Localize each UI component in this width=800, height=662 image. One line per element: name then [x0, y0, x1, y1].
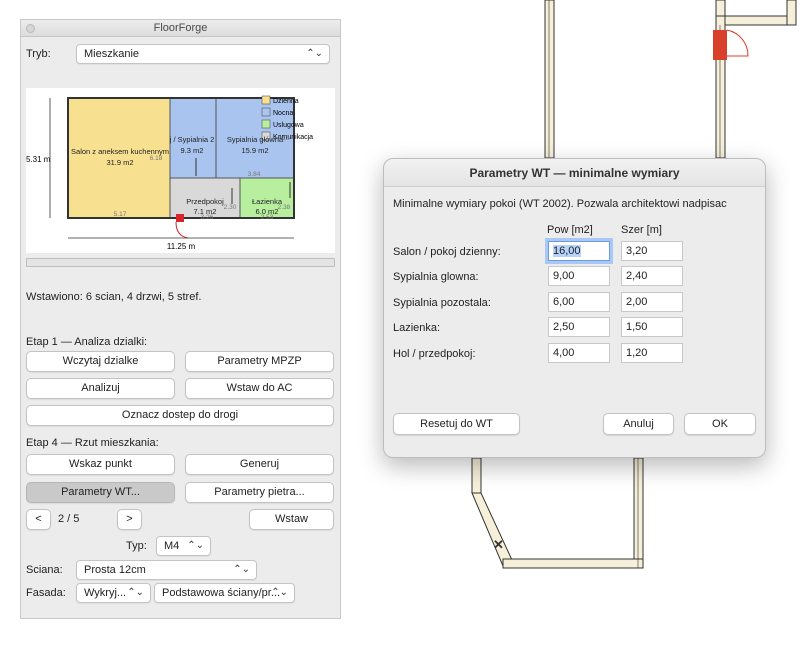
analyze-button[interactable]: Analizuj — [26, 378, 175, 399]
facade-style-select[interactable]: Podstawowa ściany/pr... ⌃⌄ — [154, 583, 295, 603]
legend-uslugowa: Uslugowa — [273, 122, 304, 129]
mode-select[interactable]: Mieszkanie ⌃⌄ — [76, 44, 330, 64]
dim-326: 3.26 — [201, 214, 214, 221]
row-label-lazienka: Lazienka: — [393, 322, 441, 334]
plan-wall — [471, 457, 482, 494]
chevron-updown-icon: ⌃⌄ — [127, 587, 144, 598]
row-label-hol: Hol / przedpokoj: — [393, 348, 476, 360]
wall-label: Sciana: — [26, 564, 63, 576]
lazienka-area-input[interactable]: 2,50 — [548, 317, 610, 337]
sypialnia-glowna-area-input[interactable]: 9,00 — [548, 266, 610, 286]
total-height: 5.31 m — [26, 155, 51, 164]
dim-517: 5.17 — [114, 211, 127, 218]
facade-detect-select[interactable]: Wykryj... ⌃⌄ — [76, 583, 151, 603]
facade-style-value: Podstawowa ściany/pr... — [162, 587, 281, 599]
wall-value: Prosta 12cm — [84, 564, 146, 576]
door-swing — [726, 29, 749, 57]
col-area-header: Pow [m2] — [547, 224, 593, 236]
close-icon[interactable] — [26, 24, 35, 33]
road-access-button[interactable]: Oznacz dostep do drogi — [26, 405, 334, 426]
wall-select[interactable]: Prosta 12cm ⌃⌄ — [76, 560, 257, 580]
salon-area-input[interactable]: 16,00 — [545, 238, 613, 264]
plan-wall — [786, 0, 797, 26]
type-select[interactable]: M4 ⌃⌄ — [156, 536, 211, 556]
load-plot-button[interactable]: Wczytaj dzialke — [26, 351, 175, 372]
plan-wall — [502, 558, 644, 569]
wt-params-dialog: Parametry WT — minimalne wymiary Minimal… — [383, 158, 766, 458]
stage1-label: Etap 1 — Analiza dzialki: — [26, 336, 148, 348]
sypialnia2-area: 15.9 m2 — [241, 146, 268, 155]
type-value: M4 — [164, 540, 180, 552]
row-label-sypialnia-pozostala: Sypialnia pozostala: — [393, 297, 491, 309]
palette-titlebar: FloorForge — [21, 20, 340, 37]
pager-text: 2 / 5 — [58, 513, 80, 525]
sypialnia-glowna-width-input[interactable]: 2,40 — [621, 266, 683, 286]
plan-wall — [471, 492, 513, 567]
next-button[interactable]: > — [117, 509, 142, 530]
facade-detect-value: Wykryj... — [84, 587, 127, 599]
sypialnia2-name: Sypialnia główna — [227, 135, 284, 144]
progress-bar — [26, 258, 335, 267]
plan-wall — [715, 15, 797, 26]
col-width-header: Szer [m] — [621, 224, 662, 236]
palette-title: FloorForge — [153, 22, 208, 34]
total-width: 11.25 m — [167, 242, 196, 251]
salon-area: 31.9 m2 — [106, 158, 133, 167]
chevron-updown-icon: ⌃⌄ — [187, 540, 204, 551]
reset-wt-button[interactable]: Resetuj do WT — [393, 413, 520, 435]
legend-dzienna: Dzienna — [273, 98, 299, 105]
insert-ac-button[interactable]: Wstaw do AC — [185, 378, 334, 399]
row-label-sypialnia-glowna: Sypialnia glowna: — [393, 271, 479, 283]
salon-width-input[interactable]: 3,20 — [621, 241, 683, 261]
mode-label: Tryb: — [26, 48, 51, 60]
plan-wall — [633, 457, 644, 569]
przedpokoj-name: Przedpokoj — [186, 197, 224, 206]
door-marker — [713, 30, 727, 60]
stage4-label: Etap 4 — Rzut mieszkania: — [26, 437, 159, 449]
point-button[interactable]: Wskaz punkt — [26, 454, 175, 475]
mpzp-button[interactable]: Parametry MPZP — [185, 351, 334, 372]
entry-door-marker — [176, 214, 184, 222]
dim-384: 3.84 — [248, 171, 261, 178]
lazienka-width-input[interactable]: 1,50 — [621, 317, 683, 337]
sypialnia-pozostala-area-input[interactable]: 6,00 — [548, 292, 610, 312]
status-text: Wstawiono: 6 scian, 4 drzwi, 5 stref. — [26, 291, 202, 303]
dim-230: 2.30 — [224, 204, 237, 211]
chevron-updown-icon: ⌃⌄ — [306, 48, 323, 59]
dim-238: 2.38 — [278, 204, 291, 211]
mode-value: Mieszkanie — [84, 48, 140, 60]
insert-button[interactable]: Wstaw — [249, 509, 334, 530]
hol-area-input[interactable]: 4,00 — [548, 343, 610, 363]
cancel-button[interactable]: Anuluj — [603, 413, 674, 435]
sypialnia1-name: j / Sypialnia 2 — [169, 135, 215, 144]
row-label-salon: Salon / pokoj dzienny: — [393, 246, 501, 258]
ok-button[interactable]: OK — [684, 413, 756, 435]
legend-nocna: Nocna — [273, 110, 293, 117]
floorforge-palette: FloorForge Tryb: Mieszkanie ⌃⌄ Dzienna N… — [20, 19, 341, 619]
type-label: Typ: — [126, 540, 147, 552]
close-x-icon[interactable]: ✕ — [493, 537, 504, 553]
dialog-description: Minimalne wymiary pokoi (WT 2002). Pozwa… — [393, 198, 727, 210]
chevron-updown-icon: ⌃⌄ — [233, 564, 250, 575]
dim-salon: 6.18 — [150, 155, 163, 162]
dim-253: 2.53 — [261, 214, 274, 221]
wt-params-button[interactable]: Parametry WT... — [26, 482, 175, 503]
plan-wall — [544, 0, 555, 159]
hol-width-input[interactable]: 1,20 — [621, 343, 683, 363]
generate-button[interactable]: Generuj — [185, 454, 334, 475]
dim-sypialnia2: 4.13 — [277, 135, 290, 142]
prev-button[interactable]: < — [26, 509, 51, 530]
facade-label: Fasada: — [26, 587, 66, 599]
sypialnia-pozostala-width-input[interactable]: 2,00 — [621, 292, 683, 312]
floor-params-button[interactable]: Parametry pietra... — [185, 482, 334, 503]
sypialnia1-area: 9.3 m2 — [181, 146, 204, 155]
chevron-updown-icon: ⌃⌄ — [271, 587, 288, 598]
dialog-title: Parametry WT — minimalne wymiary — [384, 159, 765, 187]
plan-preview: Dzienna Nocna Uslugowa Komunikacja Salon… — [26, 88, 335, 253]
